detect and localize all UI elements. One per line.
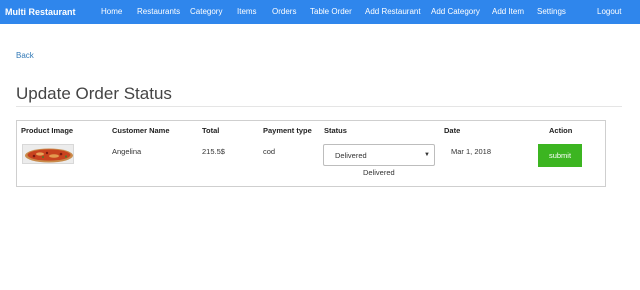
order-date: Mar 1, 2018: [451, 147, 492, 156]
header-status: Status: [324, 126, 347, 135]
orders-table: Product Image Customer Name Total Paymen…: [16, 120, 606, 187]
header-action: Action: [549, 126, 573, 135]
nav-home[interactable]: Home: [101, 0, 122, 24]
header-date: Date: [444, 126, 461, 135]
submit-button[interactable]: submit: [538, 144, 582, 167]
nav-add-item[interactable]: Add Item: [492, 0, 524, 24]
order-total: 215.5$: [202, 147, 225, 156]
pizza-image: [23, 145, 73, 163]
nav-settings[interactable]: Settings: [537, 0, 566, 24]
header-payment-type: Payment type: [263, 126, 312, 135]
header-product-image: Product Image: [21, 126, 74, 135]
nav-category[interactable]: Category: [190, 0, 222, 24]
navbar: Multi Restaurant Home Restaurants Catego…: [0, 0, 640, 24]
chevron-down-icon: ▼: [424, 152, 430, 158]
nav-table-order[interactable]: Table Order: [310, 0, 352, 24]
nav-orders[interactable]: Orders: [272, 0, 296, 24]
header-total: Total: [202, 126, 220, 135]
status-select[interactable]: Delivered ▼: [323, 144, 435, 166]
customer-name: Angelina: [112, 147, 142, 156]
back-link[interactable]: Back: [16, 51, 34, 60]
header-customer-name: Customer Name: [112, 126, 170, 135]
nav-logout[interactable]: Logout: [597, 0, 621, 24]
nav-items[interactable]: Items: [237, 0, 257, 24]
nav-add-category[interactable]: Add Category: [431, 0, 480, 24]
title-divider: [16, 106, 622, 107]
product-image: [22, 144, 74, 164]
nav-add-restaurant[interactable]: Add Restaurant: [365, 0, 421, 24]
current-status: Delivered: [363, 168, 395, 177]
payment-type: cod: [263, 147, 276, 156]
page-title: Update Order Status: [16, 84, 172, 103]
status-select-value: Delivered: [335, 151, 367, 160]
brand-logo[interactable]: Multi Restaurant: [5, 0, 76, 24]
nav-restaurants[interactable]: Restaurants: [137, 0, 180, 24]
